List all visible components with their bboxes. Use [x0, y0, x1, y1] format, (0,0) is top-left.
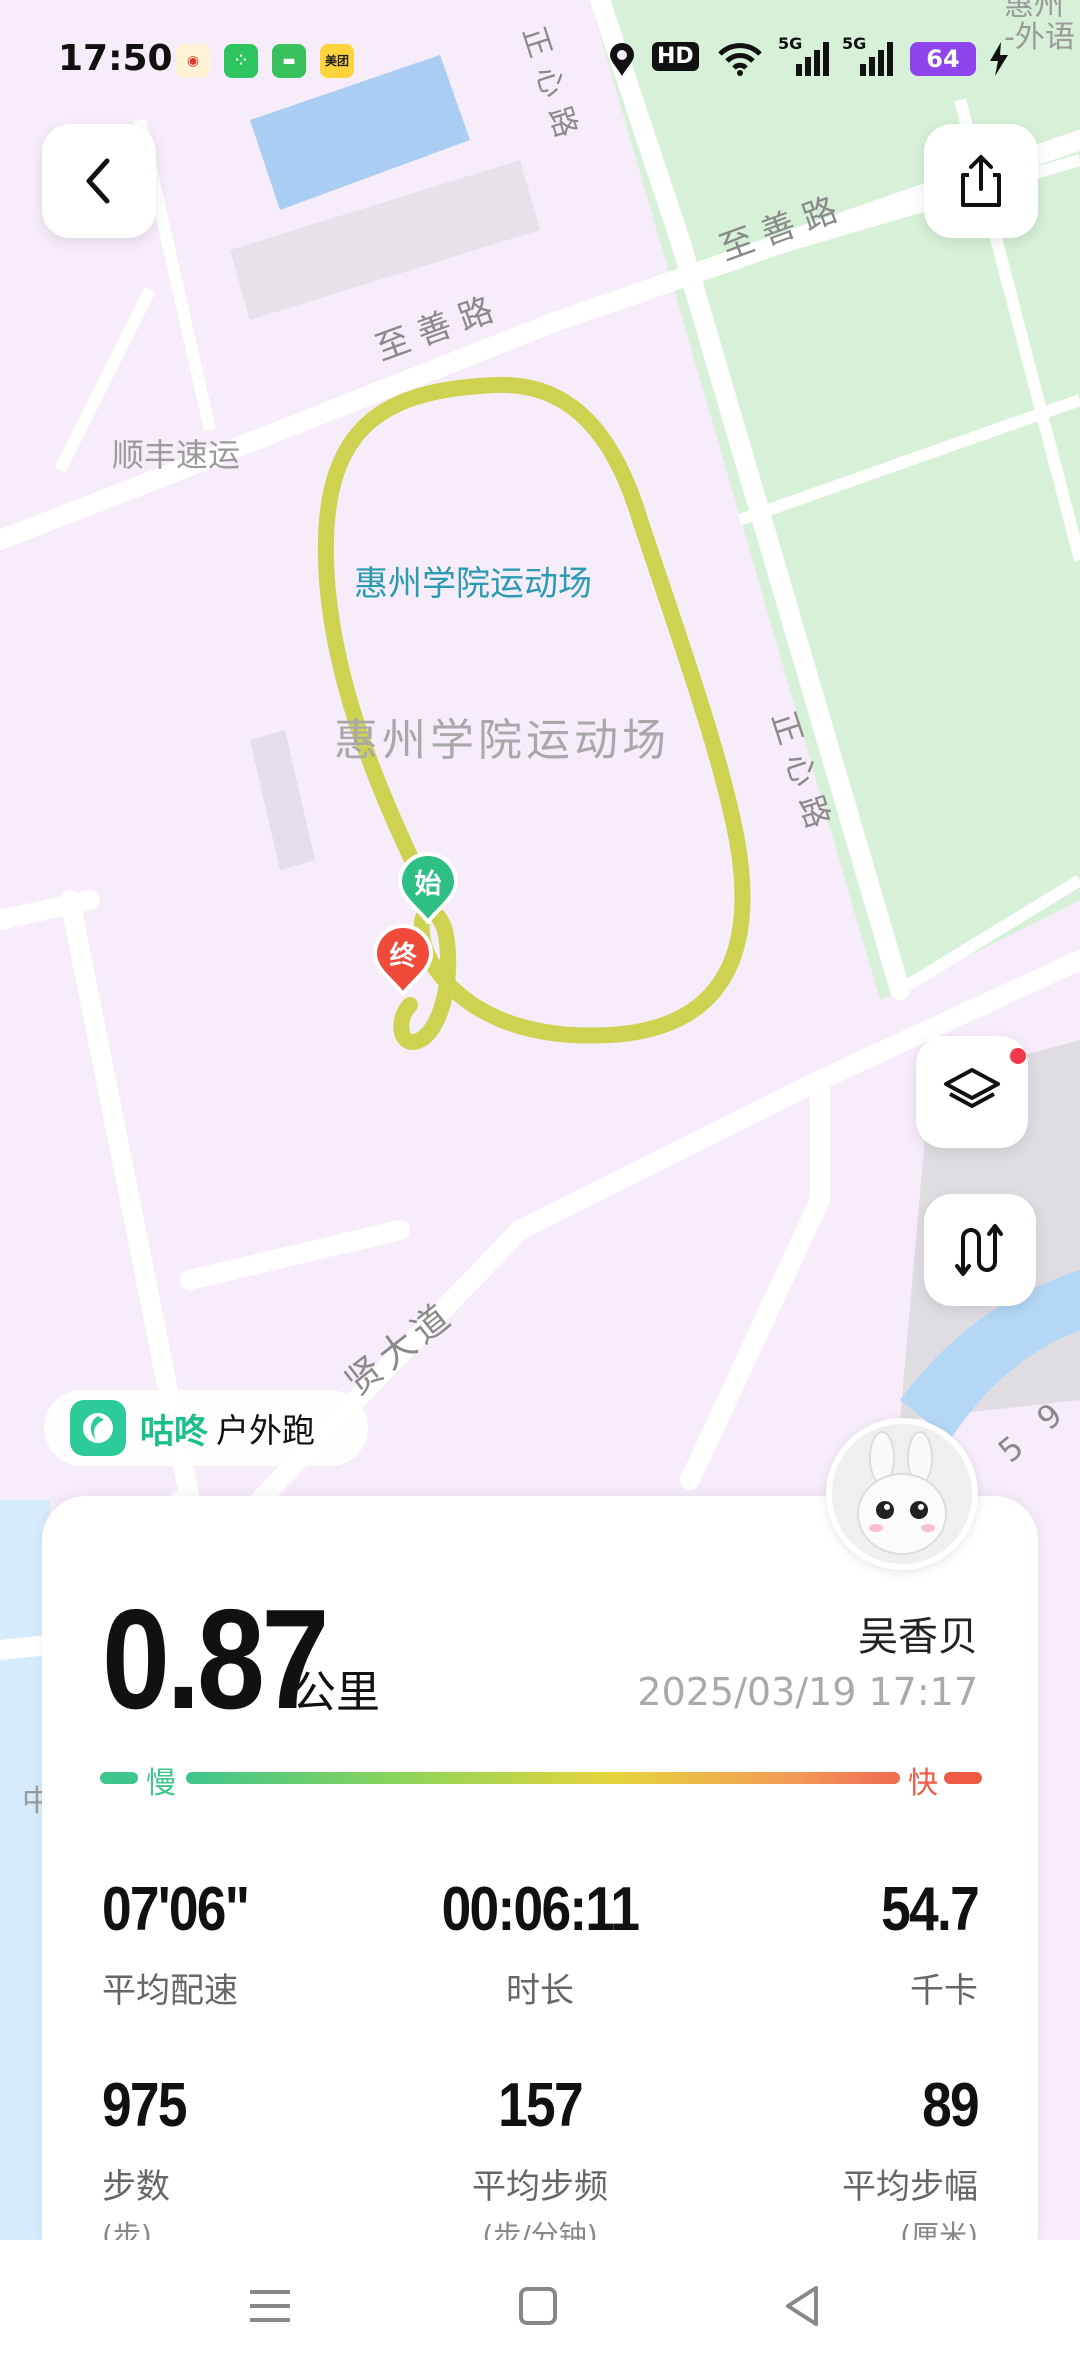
stat-value: 07'06": [102, 1875, 250, 1944]
notification-dot: [1010, 1048, 1026, 1064]
stat-value: 89: [922, 2071, 980, 2140]
pace-slow-segment: [100, 1772, 138, 1784]
meituan-icon: 美团: [320, 44, 354, 78]
pace-fast-label: 快: [908, 1766, 938, 1801]
share-icon: [961, 155, 1001, 207]
pace-legend: 慢 快: [100, 1758, 982, 1801]
stat-label: 平均配速: [102, 1971, 238, 2011]
avatar-image: [832, 1424, 972, 1564]
stat-cadence: 157 平均步频 (步/分钟): [390, 2070, 690, 2254]
brand-name: 咕咚: [140, 1411, 208, 1452]
avatar[interactable]: [826, 1418, 978, 1570]
pace-slow-label: 慢: [146, 1766, 176, 1801]
stat-value: 975: [102, 2071, 188, 2140]
brand-badge: 咕咚 户外跑: [44, 1390, 368, 1466]
home-icon[interactable]: [518, 2286, 558, 2326]
share-button[interactable]: [924, 124, 1038, 238]
signal-icon: [860, 42, 893, 76]
chevron-left-icon: [86, 158, 110, 204]
stat-label: 平均步频: [472, 2167, 608, 2207]
stat-label: 平均步幅: [842, 2167, 978, 2207]
status-time: 17:50: [58, 38, 173, 79]
charging-icon: [990, 42, 1008, 76]
hd-badge: HD: [652, 42, 699, 71]
battery-indicator: 64: [910, 42, 976, 76]
area-label: 惠州学院运动场: [334, 715, 670, 766]
map-layers-button[interactable]: [916, 1036, 1028, 1148]
stat-duration: 00:06:11 时长: [390, 1874, 690, 2012]
user-name: 吴香贝: [858, 1614, 978, 1660]
end-marker-label: 终: [389, 941, 417, 972]
start-marker: 始: [398, 852, 458, 924]
wechat-mini-icon: ⁘: [224, 44, 258, 78]
workout-summary-card: 0.87 公里 吴香贝 2025/03/19 17:17 慢 快 07'06" …: [42, 1496, 1038, 2276]
status-bar: 17:50 ◉ ⁘ ▬ 美团 HD 5G 5G 64: [0, 0, 1080, 120]
messages-icon: ▬: [272, 44, 306, 78]
start-marker-label: 始: [414, 869, 442, 900]
stat-label: 时长: [506, 1971, 574, 2011]
poi-label: 惠州学院运动场: [354, 564, 592, 604]
workout-datetime: 2025/03/19 17:17: [637, 1670, 978, 1714]
activity-type: 户外跑: [216, 1411, 315, 1450]
stat-value: 157: [498, 2071, 584, 2140]
distance-unit: 公里: [292, 1667, 380, 1718]
back-triangle-icon[interactable]: [782, 2284, 822, 2328]
wifi-icon: [718, 43, 762, 76]
stat-steps: 975 步数 (步): [102, 2070, 402, 2254]
poi-label: 顺丰速运: [112, 436, 241, 474]
stat-label: 千卡: [910, 1971, 978, 2011]
location-icon: [610, 43, 634, 76]
system-nav-bar: [0, 2240, 1080, 2376]
stat-avg-pace: 07'06" 平均配速: [102, 1874, 402, 2012]
pace-fast-segment: [944, 1772, 982, 1784]
pace-gradient: [186, 1772, 900, 1784]
codoon-logo-icon: [70, 1400, 126, 1456]
menu-icon[interactable]: [248, 2286, 292, 2326]
route-toggle-button[interactable]: [924, 1194, 1036, 1306]
stat-calories: 54.7 千卡: [678, 1874, 980, 2012]
stat-label: 步数: [102, 2167, 170, 2207]
route-icon: [955, 1224, 1003, 1276]
end-marker: 终: [373, 924, 433, 996]
weibo-icon: ◉: [176, 44, 210, 78]
back-button[interactable]: [42, 124, 156, 238]
layers-icon: [944, 1068, 1000, 1108]
stat-value: 00:06:11: [441, 1875, 640, 1944]
stat-value: 54.7: [881, 1875, 980, 1944]
signal-icon: [796, 42, 829, 76]
stat-stride: 89 平均步幅 (厘米): [678, 2070, 980, 2254]
